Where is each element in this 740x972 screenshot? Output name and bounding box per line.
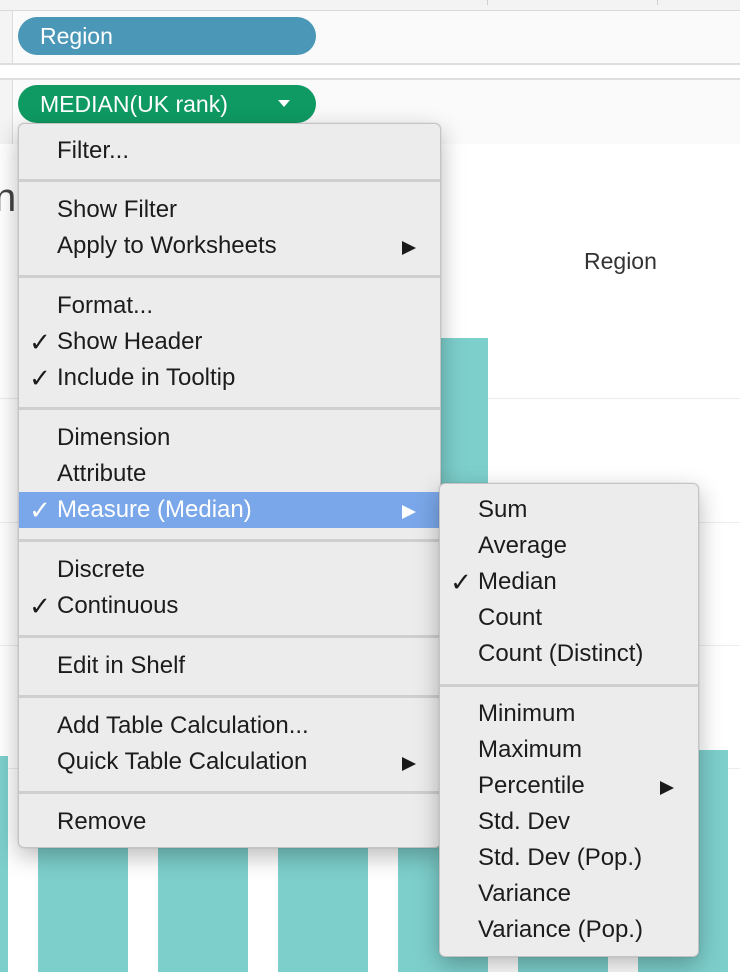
chart-bar [38,840,128,972]
menu-item-label: Std. Dev (Pop.) [478,844,643,871]
menu-separator [19,275,440,278]
measure-aggregation-submenu: Sum Average ✓ Median Count Count (Distin… [439,483,699,957]
submenu-item-variance[interactable]: Variance [440,876,698,912]
menu-separator [19,695,440,698]
menu-item-label: Show Header [57,328,203,355]
checkmark-icon: ✓ [29,327,51,357]
menu-item-label: Maximum [478,736,583,763]
submenu-item-median[interactable]: ✓ Median [440,564,698,600]
menu-item-attribute[interactable]: Attribute [19,456,440,492]
submenu-item-sum[interactable]: Sum [440,492,698,528]
menu-separator [440,684,698,687]
menu-item-measure-median[interactable]: ✓ Measure (Median) [19,492,440,528]
menu-item-remove[interactable]: Remove [19,804,440,840]
menu-item-label: Include in Tooltip [57,364,236,391]
column-divider [657,0,658,5]
menu-item-label: Percentile [478,772,585,799]
checkmark-icon: ✓ [29,591,51,621]
submenu-item-count-distinct[interactable]: Count (Distinct) [440,636,698,672]
top-strip [0,0,740,11]
chart-bar [0,756,8,972]
pill-context-menu: Filter... Show Filter Apply to Worksheet… [18,123,441,848]
menu-item-label: Variance [478,880,571,907]
submenu-item-percentile[interactable]: Percentile [440,768,698,804]
region-pill[interactable]: Region [18,17,316,55]
menu-item-label: Dimension [57,424,171,451]
submenu-item-count[interactable]: Count [440,600,698,636]
menu-item-label: Discrete [57,556,146,583]
median-pill-label: MEDIAN(UK rank) [40,91,228,117]
menu-item-label: Variance (Pop.) [478,916,643,943]
menu-item-label: Minimum [478,700,576,727]
submenu-arrow-icon [402,241,416,255]
menu-item-add-table-calculation[interactable]: Add Table Calculation... [19,708,440,744]
menu-item-edit-in-shelf[interactable]: Edit in Shelf [19,648,440,684]
menu-separator [19,635,440,638]
submenu-item-variance-pop[interactable]: Variance (Pop.) [440,912,698,948]
column-header-region: Region [584,248,657,274]
menu-item-label: Attribute [57,460,147,487]
submenu-arrow-icon [660,781,674,795]
menu-separator [19,539,440,542]
chart-bar [158,840,248,972]
menu-item-label: Continuous [57,592,179,619]
chart-bar [278,840,368,972]
menu-item-discrete[interactable]: Discrete [19,552,440,588]
menu-separator [19,407,440,410]
menu-item-label: Filter... [57,137,130,164]
shelf-label-cap [0,80,13,144]
menu-item-label: Show Filter [57,196,178,223]
submenu-item-maximum[interactable]: Maximum [440,732,698,768]
checkmark-icon: ✓ [450,567,472,597]
menu-item-filter[interactable]: Filter... [19,133,440,169]
menu-item-label: Remove [57,808,147,835]
submenu-arrow-icon [402,505,416,519]
menu-item-format[interactable]: Format... [19,288,440,324]
menu-separator [19,791,440,794]
menu-item-quick-table-calculation[interactable]: Quick Table Calculation [19,744,440,780]
submenu-item-std-dev-pop[interactable]: Std. Dev (Pop.) [440,840,698,876]
menu-item-label: Apply to Worksheets [57,232,277,259]
menu-item-label: Median [478,568,557,595]
menu-item-continuous[interactable]: ✓ Continuous [19,588,440,624]
submenu-arrow-icon [402,757,416,771]
chevron-down-icon[interactable] [278,100,290,107]
column-divider [487,0,488,5]
menu-item-label: Count (Distinct) [478,640,644,667]
shelf-label-cap [0,11,13,63]
menu-item-label: Sum [478,496,528,523]
menu-item-show-header[interactable]: ✓ Show Header [19,324,440,360]
median-uk-rank-pill[interactable]: MEDIAN(UK rank) [18,85,316,123]
menu-item-label: Edit in Shelf [57,652,186,679]
submenu-item-minimum[interactable]: Minimum [440,696,698,732]
menu-item-label: Add Table Calculation... [57,712,309,739]
menu-item-label: Format... [57,292,154,319]
menu-item-dimension[interactable]: Dimension [19,420,440,456]
menu-item-include-in-tooltip[interactable]: ✓ Include in Tooltip [19,360,440,396]
tableau-worksheet-view: Region MEDIAN(UK rank) nk Region Filter.… [0,0,740,972]
submenu-item-std-dev[interactable]: Std. Dev [440,804,698,840]
menu-separator [19,179,440,182]
checkmark-icon: ✓ [29,495,51,525]
region-pill-label: Region [40,23,113,49]
submenu-item-average[interactable]: Average [440,528,698,564]
menu-item-apply-to-worksheets[interactable]: Apply to Worksheets [19,228,440,264]
menu-item-label: Count [478,604,543,631]
menu-item-label: Measure (Median) [57,496,252,523]
menu-item-label: Average [478,532,567,559]
checkmark-icon: ✓ [29,363,51,393]
menu-item-label: Std. Dev [478,808,571,835]
menu-item-label: Quick Table Calculation [57,748,308,775]
menu-item-show-filter[interactable]: Show Filter [19,192,440,228]
